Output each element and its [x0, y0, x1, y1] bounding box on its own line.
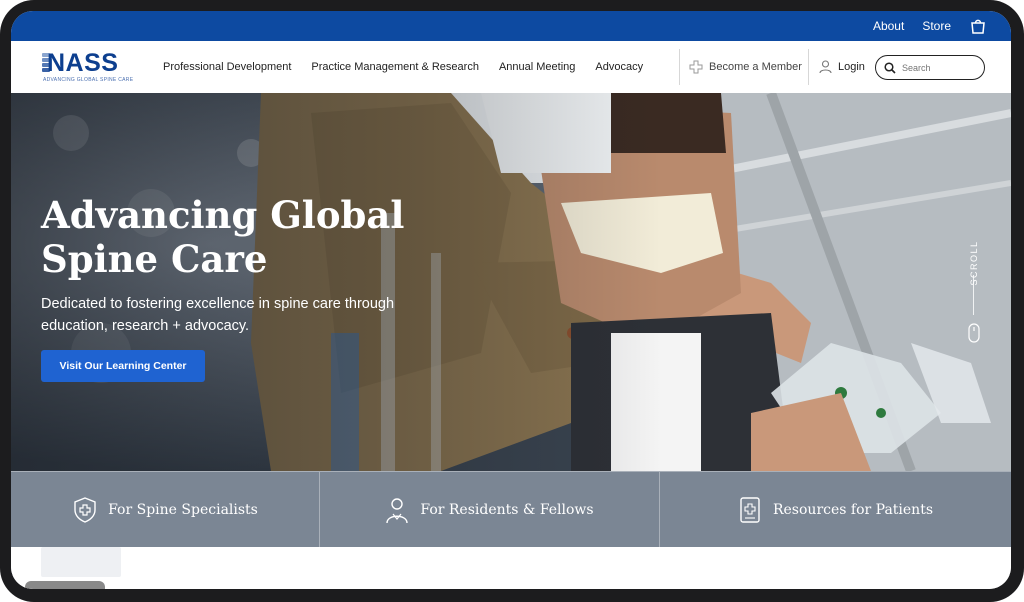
become-member-link[interactable]: Become a Member [689, 41, 802, 93]
user-icon [819, 60, 832, 74]
search-box [875, 55, 985, 80]
below-fold-content [11, 547, 1011, 589]
shopping-bag-icon[interactable] [969, 17, 987, 35]
nass-logo[interactable]: NASS ADVANCING GLOBAL SPINE CARE [41, 49, 133, 85]
browser-viewport: About Store NASS ADVANCING GLOBAL SPINE [11, 11, 1011, 589]
logo-wordmark: NASS [47, 49, 119, 77]
header-divider [679, 49, 680, 85]
doctor-icon [386, 498, 409, 524]
audience-label-residents: For Residents & Fellows [420, 502, 594, 518]
scroll-line [973, 275, 974, 315]
utility-bar: About Store [11, 11, 1011, 41]
audience-spine-specialists[interactable]: For Spine Specialists [11, 472, 319, 548]
audience-patient-resources[interactable]: Resources for Patients [659, 472, 1011, 548]
nav-advocacy[interactable]: Advocacy [595, 61, 643, 73]
nav-practice-management-research[interactable]: Practice Management & Research [311, 61, 479, 73]
hero-subtitle: Dedicated to fostering excellence in spi… [41, 296, 395, 334]
become-member-label: Become a Member [709, 61, 802, 73]
device-frame: About Store NASS ADVANCING GLOBAL SPINE [0, 0, 1024, 602]
main-nav: Professional Development Practice Manage… [163, 41, 643, 93]
audience-label-spine: For Spine Specialists [108, 502, 258, 518]
content-thumbnail [41, 547, 121, 577]
login-link[interactable]: Login [819, 41, 865, 93]
nav-professional-development[interactable]: Professional Development [163, 61, 291, 73]
mouse-scroll-icon[interactable] [968, 323, 980, 343]
login-label: Login [838, 61, 865, 73]
chat-widget-tab[interactable] [25, 581, 105, 589]
search-input[interactable] [902, 62, 972, 73]
scroll-label: SCROLL [969, 240, 979, 286]
audience-bar: For Spine Specialists For Residents & Fe… [11, 471, 1011, 548]
hero-section: Advancing Global Spine Care Dedicated to… [11, 93, 1011, 471]
audience-residents-fellows[interactable]: For Residents & Fellows [319, 472, 659, 548]
learning-center-button[interactable]: Visit Our Learning Center [41, 350, 205, 382]
shield-cross-icon [74, 497, 96, 523]
header-divider [808, 49, 809, 85]
search-icon[interactable] [884, 61, 896, 74]
hero-title: Advancing Global Spine Care [41, 193, 405, 281]
plus-cross-icon [689, 60, 703, 74]
logo-tagline: ADVANCING GLOBAL SPINE CARE [43, 77, 134, 83]
hero-overlay [11, 93, 1011, 471]
main-header: NASS ADVANCING GLOBAL SPINE CARE Profess… [11, 41, 1011, 93]
about-link[interactable]: About [873, 19, 904, 33]
store-link[interactable]: Store [922, 19, 951, 33]
audience-label-patients: Resources for Patients [772, 502, 933, 518]
nav-annual-meeting[interactable]: Annual Meeting [499, 61, 575, 73]
medical-document-icon [740, 497, 760, 523]
